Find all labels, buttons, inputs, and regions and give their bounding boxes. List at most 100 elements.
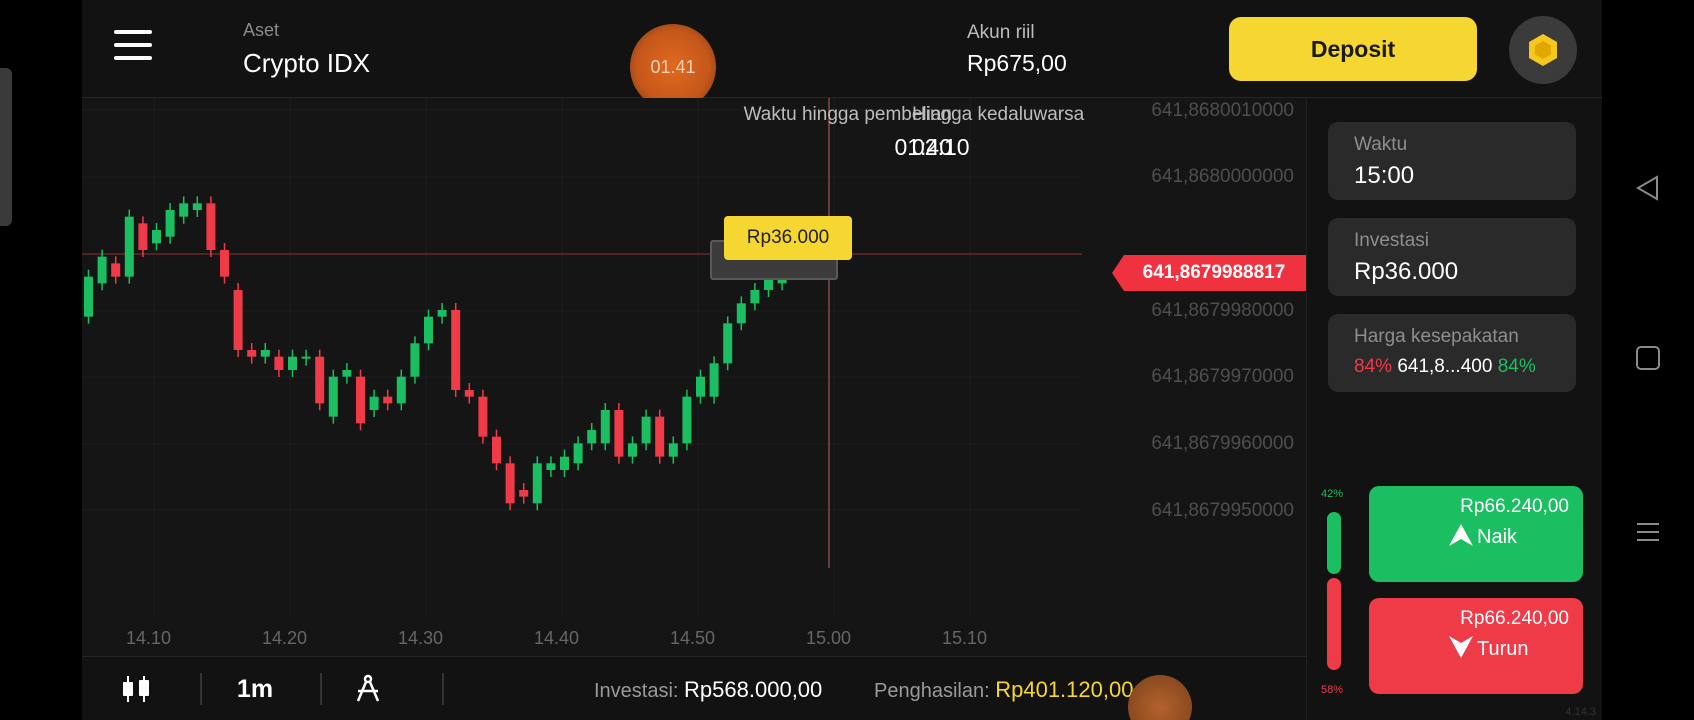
candlestick-chart[interactable] <box>82 98 1306 656</box>
x-tick: 15.00 <box>806 628 852 648</box>
menu-icon[interactable] <box>114 30 152 66</box>
y-tick: 641,8679980000 <box>1151 300 1294 321</box>
x-tick: 14.10 <box>126 628 172 648</box>
total-income: Penghasilan: Rp401.120,00 <box>874 677 1133 703</box>
down-payout: Rp66.240,00 <box>1460 608 1569 629</box>
home-icon <box>1636 346 1660 370</box>
candle-body <box>288 356 297 370</box>
candle-body <box>220 250 229 277</box>
edge-handle[interactable] <box>0 68 12 226</box>
total-investment: Investasi: Rp568.000,00 <box>594 677 822 703</box>
candle-body <box>478 396 488 437</box>
candle-body <box>587 430 597 444</box>
drawing-tool-icon <box>356 674 380 702</box>
candle-body <box>179 203 189 217</box>
candle-body <box>301 356 311 359</box>
y-tick: 641,8679970000 <box>1151 366 1294 387</box>
candle-body <box>138 223 148 250</box>
up-button[interactable]: Rp66.240,00 Naik <box>1369 486 1583 582</box>
up-label: Naik <box>1477 526 1518 548</box>
candle-body <box>628 443 637 457</box>
candle-body <box>492 436 501 464</box>
strike-price-row: 84% 641,8...400 84% <box>1354 356 1550 378</box>
back-button[interactable] <box>1618 168 1678 208</box>
total-income-value: Rp401.120,00 <box>995 677 1134 702</box>
investment-field[interactable]: Investasi Rp36.000 <box>1328 218 1576 296</box>
crypto-avatar-icon <box>1529 34 1557 66</box>
avatar[interactable] <box>1509 16 1577 84</box>
deposit-button[interactable]: Deposit <box>1229 17 1477 81</box>
candle-body <box>655 416 665 457</box>
asset-label: Aset <box>243 20 280 40</box>
separator <box>442 673 444 705</box>
y-tick: 641,8680010000 <box>1151 100 1294 121</box>
time-label: Waktu <box>1354 134 1408 155</box>
strike-price-value: 641,8...400 <box>1397 356 1493 377</box>
expiry-time-label: Hingga kedaluwarsa <box>912 104 1085 125</box>
candle-body <box>247 350 257 357</box>
candle-body <box>519 490 529 497</box>
sentiment-down-bar <box>1327 578 1341 670</box>
arrow-down-icon <box>1449 636 1473 658</box>
home-button[interactable] <box>1618 338 1678 378</box>
chart-type-button[interactable] <box>118 671 154 707</box>
candle-body <box>641 416 651 444</box>
candle-body <box>546 463 556 470</box>
candle-body <box>233 290 243 350</box>
top-bar: Aset Crypto IDX 01.41 Akun riil Rp675,00… <box>82 0 1602 110</box>
candle-body <box>464 390 474 397</box>
timeframe-button[interactable]: 1m <box>230 671 280 707</box>
account-type-label[interactable]: Akun riil <box>967 22 1035 44</box>
candle-body <box>342 370 352 377</box>
asset-selector[interactable]: Crypto IDX <box>243 48 370 79</box>
candle-body <box>383 396 393 404</box>
y-tick: 641,8679960000 <box>1151 433 1294 454</box>
strike-price-field[interactable]: Harga kesepakatan 84% 641,8...400 84% <box>1328 314 1576 392</box>
candle-body <box>328 376 338 417</box>
sentiment-up-percent: 42% <box>1321 488 1344 500</box>
up-payout: Rp66.240,00 <box>1460 496 1569 517</box>
separator <box>320 673 322 705</box>
time-field[interactable]: Waktu 15:00 <box>1328 122 1576 200</box>
candle-body <box>260 350 270 357</box>
candle-body <box>274 356 284 370</box>
drawing-tool-button[interactable] <box>350 671 386 707</box>
candle-body <box>736 303 746 324</box>
y-tick: 641,8679950000 <box>1151 500 1294 521</box>
down-label: Turun <box>1477 638 1529 660</box>
candle-body <box>165 210 175 237</box>
sentiment-down-percent: 58% <box>1321 684 1344 696</box>
candle-body <box>560 456 569 470</box>
candle-body <box>709 363 719 397</box>
touch-indicator <box>1128 675 1192 720</box>
trade-panel: Waktu 15:00 Investasi Rp36.000 Harga kes… <box>1306 98 1602 720</box>
candle-body <box>152 230 161 244</box>
x-tick: 15.10 <box>942 628 988 648</box>
recents-button[interactable] <box>1618 512 1678 552</box>
x-tick: 14.40 <box>534 628 580 648</box>
candle-body <box>84 276 93 317</box>
bottom-bar: 1m Investasi: Rp568.000,00 Penghasilan: … <box>82 656 1306 720</box>
candle-body <box>410 343 420 377</box>
app-version: 4.14.3 <box>1565 706 1596 718</box>
candle-body <box>505 463 515 504</box>
arrow-up-icon <box>1449 524 1473 546</box>
time-value: 15:00 <box>1354 162 1415 189</box>
bet-marker[interactable]: Rp36.000 <box>724 216 852 260</box>
current-price-tag: 641,8679988817 <box>1112 255 1306 291</box>
investment-value: Rp36.000 <box>1354 258 1459 285</box>
candle-body <box>451 310 461 390</box>
down-button[interactable]: Rp66.240,00 Turun <box>1369 598 1583 694</box>
x-tick: 14.20 <box>262 628 308 648</box>
timeframe-label: 1m <box>236 674 274 703</box>
chart-area[interactable]: Waktu hingga pembelian 01:40 Hingga keda… <box>82 98 1306 656</box>
trading-app: Aset Crypto IDX 01.41 Akun riil Rp675,00… <box>82 0 1602 720</box>
candle-body <box>369 396 379 410</box>
candle-body <box>396 376 406 404</box>
total-investment-value: Rp568.000,00 <box>684 677 823 702</box>
candle-body <box>614 410 624 457</box>
candles-icon <box>123 676 149 702</box>
candle-body <box>668 443 678 457</box>
account-balance: Rp675,00 <box>967 50 1067 76</box>
candle-body <box>315 356 325 404</box>
